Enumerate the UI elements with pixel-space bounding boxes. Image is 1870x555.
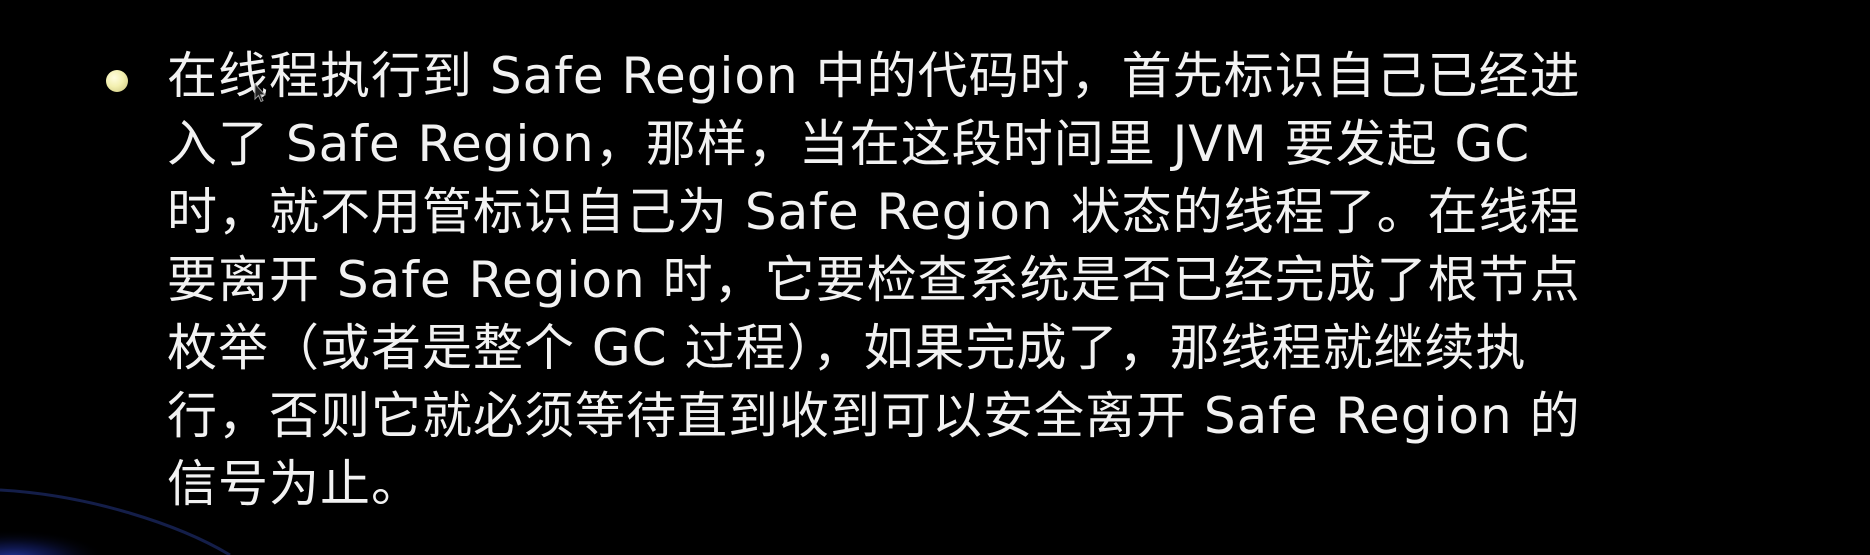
bullet-item: 在线程执行到 Safe Region 中的代码时，首先标识自己已经进入了 Saf…	[100, 42, 1620, 518]
presentation-slide: 在线程执行到 Safe Region 中的代码时，首先标识自己已经进入了 Saf…	[0, 0, 1870, 555]
round-bullet-icon	[106, 70, 128, 92]
bullet-text: 在线程执行到 Safe Region 中的代码时，首先标识自己已经进入了 Saf…	[167, 47, 1581, 513]
mouse-cursor-icon	[254, 83, 266, 103]
